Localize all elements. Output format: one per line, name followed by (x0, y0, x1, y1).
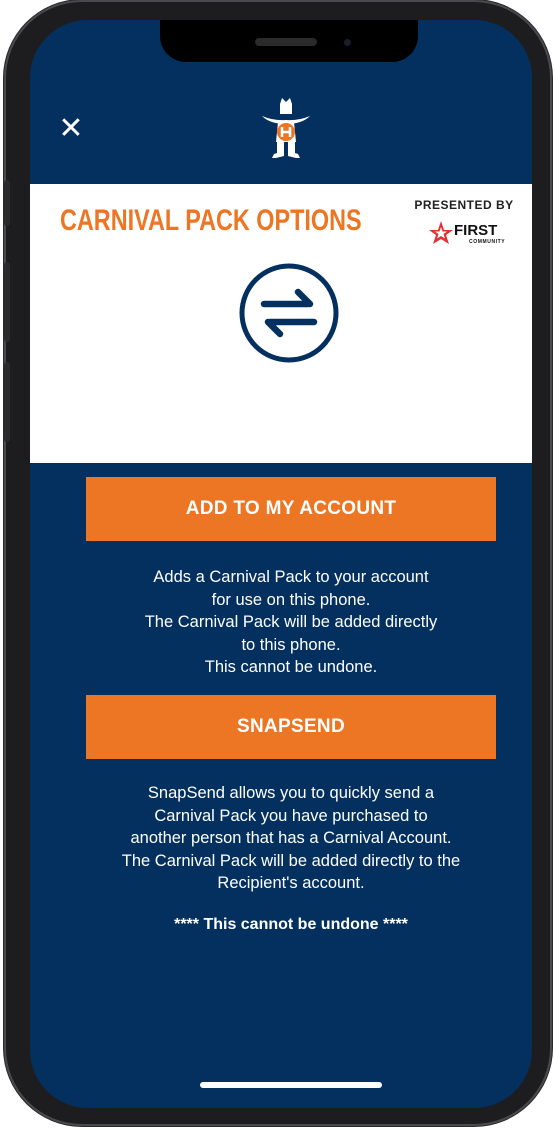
close-icon[interactable]: ✕ (58, 114, 84, 144)
snapsend-description: SnapSend allows you to quickly send a Ca… (30, 782, 532, 895)
app-screen: ✕ CARNIVAL PACK OPTIONS PRESENTED BY FIR… (30, 20, 532, 1108)
camera (344, 39, 351, 46)
volume-up-button (4, 262, 10, 342)
silent-switch (4, 180, 10, 226)
description-line: to this phone. (241, 635, 341, 654)
sponsor-star-icon (429, 221, 453, 244)
description-line: Carnival Pack you have purchased to (154, 806, 428, 825)
home-indicator[interactable] (200, 1082, 382, 1088)
description-line: Adds a Carnival Pack to your account (153, 568, 429, 586)
swap-arrows-icon (239, 263, 339, 363)
description-line: Recipient's account. (217, 874, 365, 892)
description-line: SnapSend allows you to quickly send a (147, 784, 435, 802)
add-to-account-description: Adds a Carnival Pack to your account for… (50, 566, 532, 679)
presented-by: PRESENTED BY FIRST COMMUNITY (404, 198, 524, 245)
undo-warning: **** This cannot be undone **** (174, 916, 408, 933)
notch (160, 20, 418, 62)
options-panel: CARNIVAL PACK OPTIONS PRESENTED BY FIRST… (30, 184, 532, 463)
sponsor-logo: FIRST COMMUNITY (428, 220, 520, 246)
presented-by-label: PRESENTED BY (414, 198, 514, 212)
page-title: CARNIVAL PACK OPTIONS (60, 204, 362, 237)
add-to-account-button[interactable]: ADD TO MY ACCOUNT (86, 477, 496, 541)
description-line: The Carnival Pack will be added directly (144, 613, 438, 631)
phone-frame: ✕ CARNIVAL PACK OPTIONS PRESENTED BY FIR… (4, 0, 552, 1126)
volume-down-button (4, 362, 10, 442)
sponsor-name: FIRST (454, 222, 498, 239)
description-line: This cannot be undone. (204, 658, 378, 676)
sponsor-subname: COMMUNITY (469, 239, 506, 245)
speaker (255, 38, 317, 46)
description-line: The Carnival Pack will be added directly… (121, 851, 461, 870)
rodeo-logo-icon[interactable] (258, 98, 314, 164)
description-line: for use on this phone. (211, 590, 371, 609)
snapsend-button[interactable]: SNAPSEND (86, 695, 496, 759)
description-line: another person that has a Carnival Accou… (130, 829, 452, 847)
